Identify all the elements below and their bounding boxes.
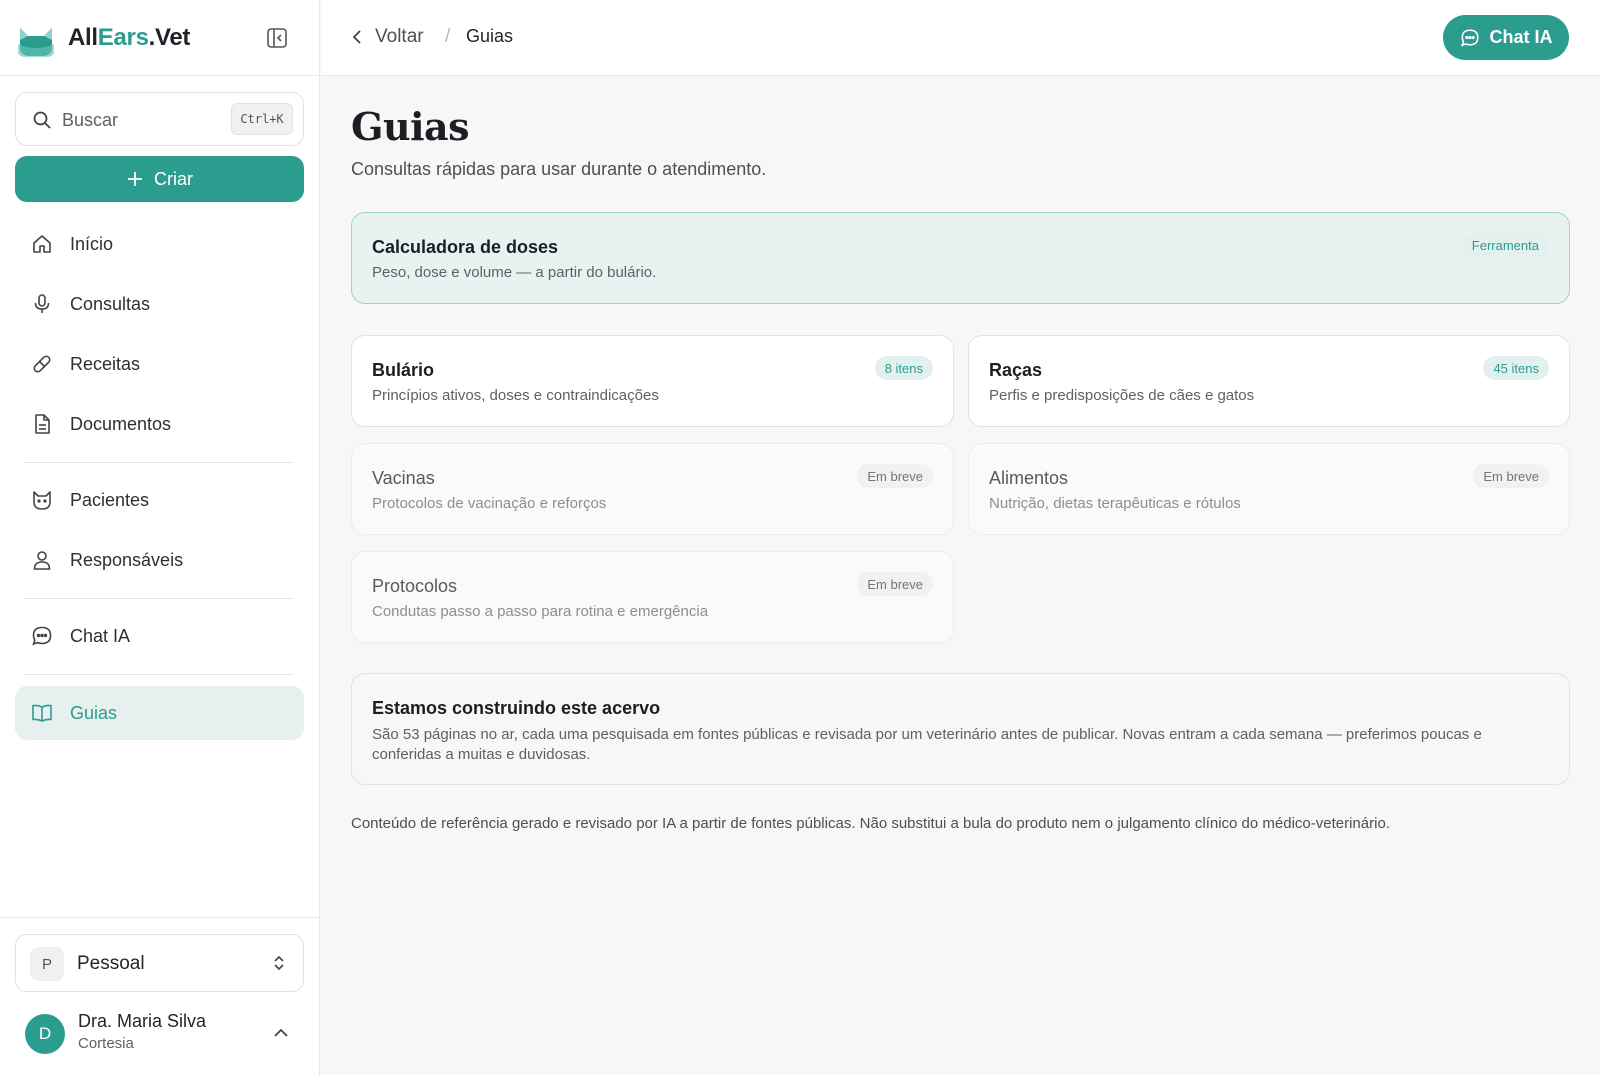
back-button[interactable]: Voltar bbox=[351, 26, 424, 48]
pill-icon bbox=[30, 352, 54, 376]
count-badge: 8 itens bbox=[874, 356, 933, 380]
back-label: Voltar bbox=[375, 26, 424, 47]
card-dose-calculator[interactable]: Calculadora de doses Peso, dose e volume… bbox=[351, 212, 1570, 304]
collapse-sidebar-icon[interactable] bbox=[264, 25, 290, 51]
card-vacinas: Vacinas Protocolos de vacinação e reforç… bbox=[351, 443, 954, 535]
sidebar-item-guardians[interactable]: Responsáveis bbox=[15, 533, 304, 587]
workspace-name: Pessoal bbox=[77, 953, 145, 974]
sidebar-item-label: Receitas bbox=[70, 353, 141, 374]
sidebar: AllEars.Vet Ctrl+K Criar Início Consulta… bbox=[0, 0, 320, 1075]
card-title: Vacinas bbox=[372, 468, 435, 488]
card-title: Alimentos bbox=[989, 468, 1069, 488]
disclaimer-text: Conteúdo de referência gerado e revisado… bbox=[351, 815, 1390, 832]
sidebar-item-prescriptions[interactable]: Receitas bbox=[15, 337, 304, 391]
breadcrumb-separator: / bbox=[445, 26, 451, 47]
status-badge: Em breve bbox=[1473, 464, 1549, 488]
card-description: Nutrição, dietas terapêuticas e rótulos bbox=[989, 495, 1241, 512]
info-text: São 53 páginas no ar, cada uma pesquisad… bbox=[372, 726, 1482, 763]
cat-icon bbox=[30, 488, 54, 512]
card-bulario[interactable]: Bulário Princípios ativos, doses e contr… bbox=[351, 335, 954, 427]
chat-ia-button[interactable]: Chat IA bbox=[1443, 15, 1569, 60]
chat-ia-button-label: Chat IA bbox=[1489, 27, 1553, 47]
status-badge: Ferramenta bbox=[1461, 233, 1549, 257]
card-title: Bulário bbox=[372, 360, 435, 380]
card-protocolos: Protocolos Condutas passo a passo para r… bbox=[351, 551, 954, 643]
chevron-left-icon bbox=[352, 30, 361, 44]
avatar: D bbox=[25, 1014, 65, 1054]
sidebar-item-label: Documentos bbox=[70, 413, 172, 434]
create-button[interactable]: Criar bbox=[15, 156, 304, 202]
breadcrumb-current: Guias bbox=[466, 26, 514, 46]
status-badge: Em breve bbox=[857, 572, 933, 596]
card-title: Protocolos bbox=[372, 576, 458, 596]
microphone-icon bbox=[30, 292, 54, 316]
page-subtitle: Consultas rápidas para usar durante o at… bbox=[351, 159, 767, 179]
search-input[interactable] bbox=[62, 107, 222, 133]
sidebar-item-label: Guias bbox=[70, 702, 118, 723]
card-title: Calculadora de doses bbox=[372, 237, 559, 257]
info-title: Estamos construindo este acervo bbox=[372, 698, 661, 718]
search-shortcut: Ctrl+K bbox=[231, 103, 293, 135]
sidebar-item-consultations[interactable]: Consultas bbox=[15, 277, 304, 331]
workspace-avatar: P bbox=[30, 947, 64, 981]
sidebar-item-label: Pacientes bbox=[70, 489, 150, 510]
chevron-up-icon bbox=[274, 1028, 288, 1037]
home-icon bbox=[30, 232, 54, 256]
document-icon bbox=[30, 412, 54, 436]
sidebar-item-home[interactable]: Início bbox=[15, 217, 304, 271]
cat-logo-icon bbox=[18, 28, 54, 57]
info-card: Estamos construindo este acervo São 53 p… bbox=[351, 673, 1570, 785]
nav-divider bbox=[24, 674, 294, 675]
user-icon bbox=[30, 548, 54, 572]
sidebar-item-label: Início bbox=[70, 233, 114, 254]
sidebar-footer: P Pessoal D Dra. Maria Silva Cortesia bbox=[0, 917, 320, 1075]
search-box[interactable]: Ctrl+K bbox=[15, 92, 304, 146]
card-description: Condutas passo a passo para rotina e eme… bbox=[372, 603, 709, 620]
card-description: Princípios ativos, doses e contraindicaç… bbox=[372, 387, 659, 404]
chat-bubble-icon bbox=[1460, 28, 1479, 47]
workspace-switcher[interactable]: P Pessoal bbox=[15, 934, 304, 992]
card-description: Protocolos de vacinação e reforços bbox=[372, 495, 607, 512]
plus-icon bbox=[128, 172, 142, 186]
book-icon bbox=[30, 701, 54, 725]
nav-divider bbox=[24, 598, 294, 599]
card-description: Perfis e predisposições de cães e gatos bbox=[989, 387, 1255, 404]
count-badge: 45 itens bbox=[1483, 356, 1549, 380]
user-plan: Cortesia bbox=[78, 1035, 134, 1052]
card-title: Raças bbox=[989, 360, 1043, 380]
status-badge: Em breve bbox=[857, 464, 933, 488]
sidebar-item-label: Responsáveis bbox=[70, 549, 184, 570]
brand-header: AllEars.Vet bbox=[0, 0, 320, 76]
card-description: Peso, dose e volume — a partir do bulári… bbox=[372, 264, 657, 281]
sidebar-item-patients[interactable]: Pacientes bbox=[15, 473, 304, 527]
topbar: Voltar / Guias Chat IA bbox=[321, 0, 1600, 76]
chevron-up-down-icon bbox=[274, 955, 284, 971]
sidebar-item-label: Consultas bbox=[70, 293, 151, 314]
create-button-label: Criar bbox=[154, 168, 193, 189]
nav-divider bbox=[24, 462, 294, 463]
brand-name[interactable]: AllEars.Vet bbox=[68, 24, 190, 52]
user-name: Dra. Maria Silva bbox=[78, 1011, 207, 1031]
card-alimentos: Alimentos Nutrição, dietas terapêuticas … bbox=[968, 443, 1570, 535]
sidebar-item-guides[interactable]: Guias bbox=[15, 686, 304, 740]
page-title: Guias bbox=[351, 104, 470, 149]
card-racas[interactable]: Raças Perfis e predisposições de cães e … bbox=[968, 335, 1570, 427]
sidebar-item-chat[interactable]: Chat IA bbox=[15, 609, 304, 663]
sidebar-item-documents[interactable]: Documentos bbox=[15, 397, 304, 451]
sidebar-item-label: Chat IA bbox=[70, 625, 131, 646]
chat-bubble-icon bbox=[30, 624, 54, 648]
user-menu[interactable]: D Dra. Maria Silva Cortesia bbox=[15, 1006, 304, 1062]
search-icon bbox=[33, 111, 51, 129]
